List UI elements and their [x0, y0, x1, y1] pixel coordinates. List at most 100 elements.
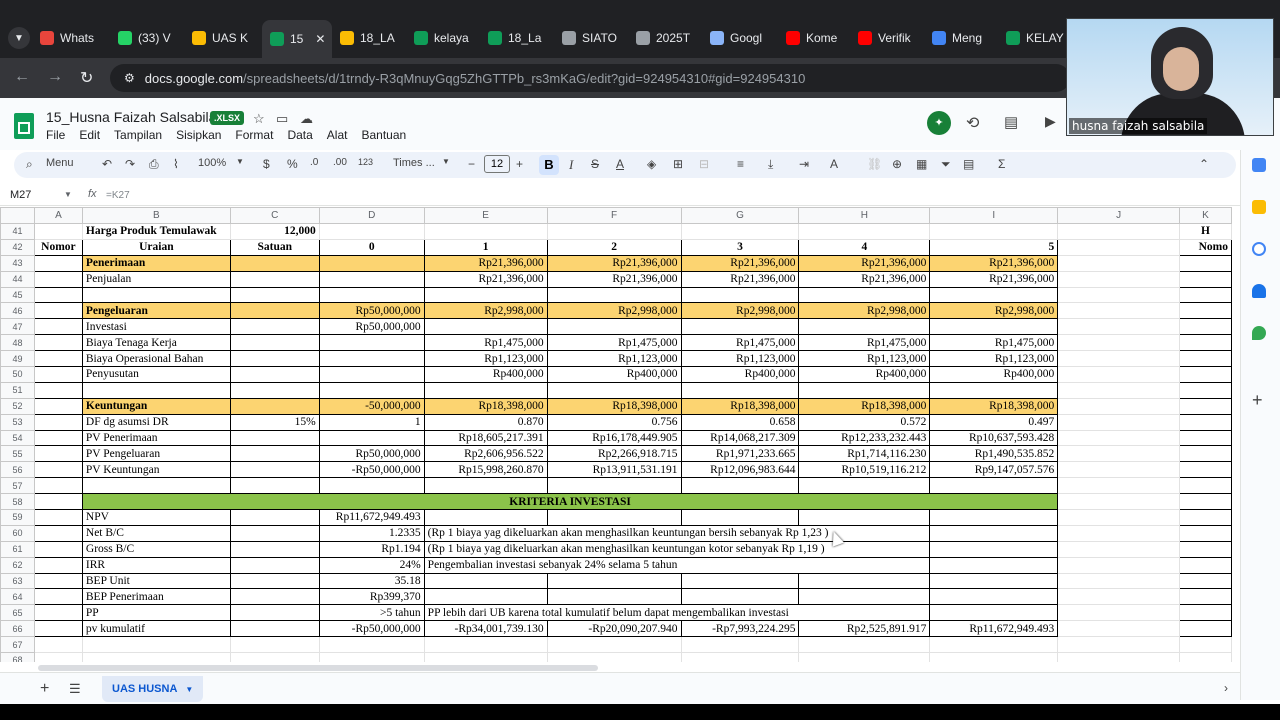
scrollbar-thumb[interactable] [38, 665, 598, 671]
row-header[interactable]: 53 [0, 413, 35, 431]
column-header-h[interactable]: H [798, 207, 931, 224]
cell[interactable] [81, 286, 231, 304]
cell[interactable] [1057, 588, 1180, 606]
cell[interactable] [229, 461, 320, 479]
cell[interactable] [929, 223, 1059, 240]
cell[interactable] [1178, 572, 1232, 590]
row-header[interactable]: 43 [0, 254, 35, 272]
cell[interactable] [798, 572, 931, 590]
search-icon[interactable]: ⌕ [26, 157, 33, 172]
cell[interactable] [318, 286, 425, 304]
cell[interactable]: Rp10,637,593.428 [929, 429, 1059, 447]
cell[interactable] [318, 254, 425, 272]
cell[interactable] [318, 477, 425, 495]
row-header[interactable]: 57 [0, 477, 35, 495]
cell[interactable] [798, 636, 931, 654]
insert-comment-icon[interactable]: ⊕ [892, 157, 902, 171]
cell[interactable] [1178, 588, 1232, 606]
cell[interactable]: H [1178, 223, 1232, 240]
cell[interactable] [33, 429, 83, 447]
cell[interactable]: Rp21,396,000 [423, 270, 548, 288]
contacts-icon[interactable] [1252, 284, 1266, 298]
column-header-d[interactable]: D [318, 207, 425, 224]
menu-item-edit[interactable]: Edit [79, 128, 100, 142]
row-header[interactable]: 44 [0, 270, 35, 288]
cell[interactable] [229, 445, 320, 463]
cell[interactable] [318, 350, 425, 368]
star-icon[interactable]: ☆ [253, 111, 265, 127]
cell[interactable]: -50,000,000 [318, 397, 425, 415]
cell[interactable]: Rp2,525,891.917 [798, 620, 931, 638]
cell[interactable] [929, 509, 1059, 526]
cell[interactable] [798, 223, 931, 240]
currency-format-button[interactable]: $ [263, 157, 270, 171]
cell[interactable] [1057, 556, 1180, 574]
cell[interactable]: Rp18,398,000 [798, 397, 931, 415]
cell[interactable] [1178, 652, 1232, 662]
cell[interactable] [423, 509, 548, 526]
cell[interactable] [1178, 334, 1232, 352]
cell[interactable]: 0 [318, 238, 425, 256]
cell[interactable] [33, 366, 83, 383]
cell[interactable]: Rp21,396,000 [680, 254, 800, 272]
cell[interactable]: PP [81, 604, 231, 622]
cell[interactable] [229, 318, 320, 336]
bold-button[interactable]: B [539, 155, 559, 175]
name-box-chevron-icon[interactable]: ▼ [64, 190, 72, 199]
cell[interactable] [1057, 286, 1180, 304]
cell[interactable] [1057, 445, 1180, 463]
cell[interactable] [229, 477, 320, 495]
browser-tab[interactable]: 18_La [488, 23, 556, 53]
cell[interactable]: -Rp7,993,224.295 [680, 620, 800, 638]
omnibox[interactable]: ⚙ docs.google.com/spreadsheets/d/1trndy-… [110, 64, 1070, 92]
align-vertical-icon[interactable]: ⤓ [768, 157, 773, 172]
cell[interactable] [1178, 366, 1232, 383]
cell[interactable]: Rp50,000,000 [318, 302, 425, 320]
cell[interactable]: 15% [229, 413, 320, 431]
increase-decimal-button[interactable]: .00 [333, 157, 347, 168]
cell[interactable]: Rp18,398,000 [423, 397, 548, 415]
cell[interactable]: 0.497 [929, 413, 1059, 431]
redo-icon[interactable]: ↷ [125, 157, 135, 171]
browser-tab[interactable]: UAS K [192, 23, 260, 53]
row-header[interactable]: 60 [0, 524, 35, 542]
cell[interactable]: Rp400,000 [423, 366, 548, 383]
cell[interactable]: PV Penerimaan [81, 429, 231, 447]
cell[interactable] [546, 636, 682, 654]
browser-tab[interactable]: 2025T [636, 23, 704, 53]
cell[interactable] [81, 636, 231, 654]
cell[interactable] [1057, 413, 1180, 431]
menu-item-data[interactable]: Data [287, 128, 312, 142]
cell[interactable] [318, 366, 425, 383]
cell[interactable] [318, 223, 425, 240]
cell[interactable]: Rp21,396,000 [929, 270, 1059, 288]
cell[interactable] [680, 572, 800, 590]
row-header[interactable]: 68 [0, 652, 35, 662]
cell[interactable] [423, 572, 548, 590]
cell[interactable] [33, 381, 83, 399]
cell[interactable] [33, 350, 83, 368]
cell[interactable] [929, 381, 1059, 399]
cell[interactable] [81, 381, 231, 399]
cell[interactable]: Rp2,998,000 [423, 302, 548, 320]
cell[interactable] [33, 254, 83, 272]
cell[interactable] [1178, 477, 1232, 495]
cell[interactable] [1057, 604, 1180, 622]
cell[interactable] [929, 636, 1059, 654]
cell[interactable] [423, 636, 548, 654]
row-header[interactable]: 48 [0, 334, 35, 352]
cell[interactable] [929, 652, 1059, 662]
menu-item-file[interactable]: File [46, 128, 65, 142]
cell[interactable] [33, 620, 83, 638]
column-header-g[interactable]: G [680, 207, 800, 224]
cell[interactable] [33, 223, 83, 240]
row-header[interactable]: 42 [0, 238, 35, 256]
cell[interactable]: Rp2,606,956.522 [423, 445, 548, 463]
cell[interactable] [1178, 302, 1232, 320]
cell[interactable] [1178, 318, 1232, 336]
cell[interactable]: Nomor [33, 238, 83, 256]
formula-input[interactable]: =K27 [106, 190, 130, 201]
tasks-icon[interactable] [1252, 242, 1266, 256]
cell[interactable] [929, 604, 1059, 622]
cell[interactable] [33, 445, 83, 463]
